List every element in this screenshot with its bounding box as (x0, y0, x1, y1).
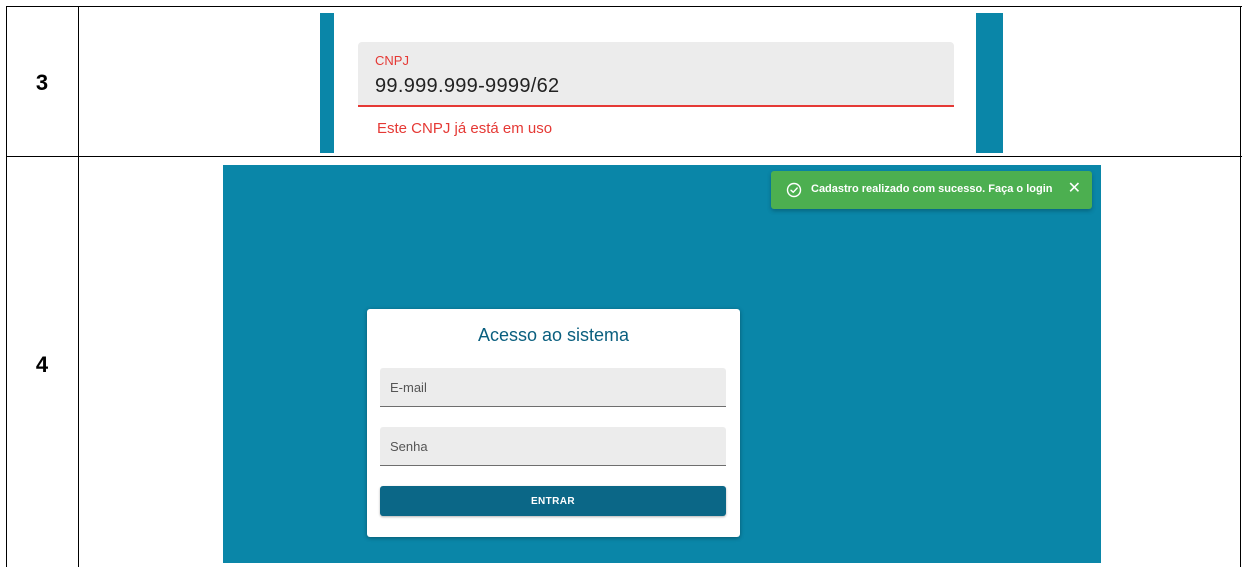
table-row-divider (6, 156, 1242, 157)
login-card: Acesso ao sistema ENTRAR (367, 309, 740, 537)
right-brand-strip (976, 13, 1003, 153)
cnpj-value: 99.999.999-9999/62 (375, 75, 560, 97)
cnpj-error-message: Este CNPJ já está em uso (377, 120, 553, 137)
table-right-border (1240, 6, 1241, 567)
row-number-3: 3 (35, 70, 49, 95)
email-input[interactable] (380, 368, 726, 407)
table-top-border (6, 6, 1242, 7)
left-brand-strip (320, 13, 334, 153)
login-title: Acesso ao sistema (477, 325, 630, 345)
cnpj-field[interactable]: CNPJ 99.999.999-9999/62 (358, 42, 954, 107)
success-toast: Cadastro realizado com sucesso. Faça o l… (771, 171, 1092, 209)
cnpj-label: CNPJ (375, 53, 409, 68)
password-input[interactable] (380, 427, 726, 466)
toast-message: Cadastro realizado com sucesso. Faça o l… (811, 183, 1053, 195)
close-icon[interactable]: ✕ (1068, 180, 1081, 198)
login-button[interactable]: ENTRAR (380, 486, 726, 516)
check-circle-icon (785, 181, 803, 199)
row-number-4: 4 (35, 352, 49, 377)
table-column-divider (78, 6, 79, 567)
